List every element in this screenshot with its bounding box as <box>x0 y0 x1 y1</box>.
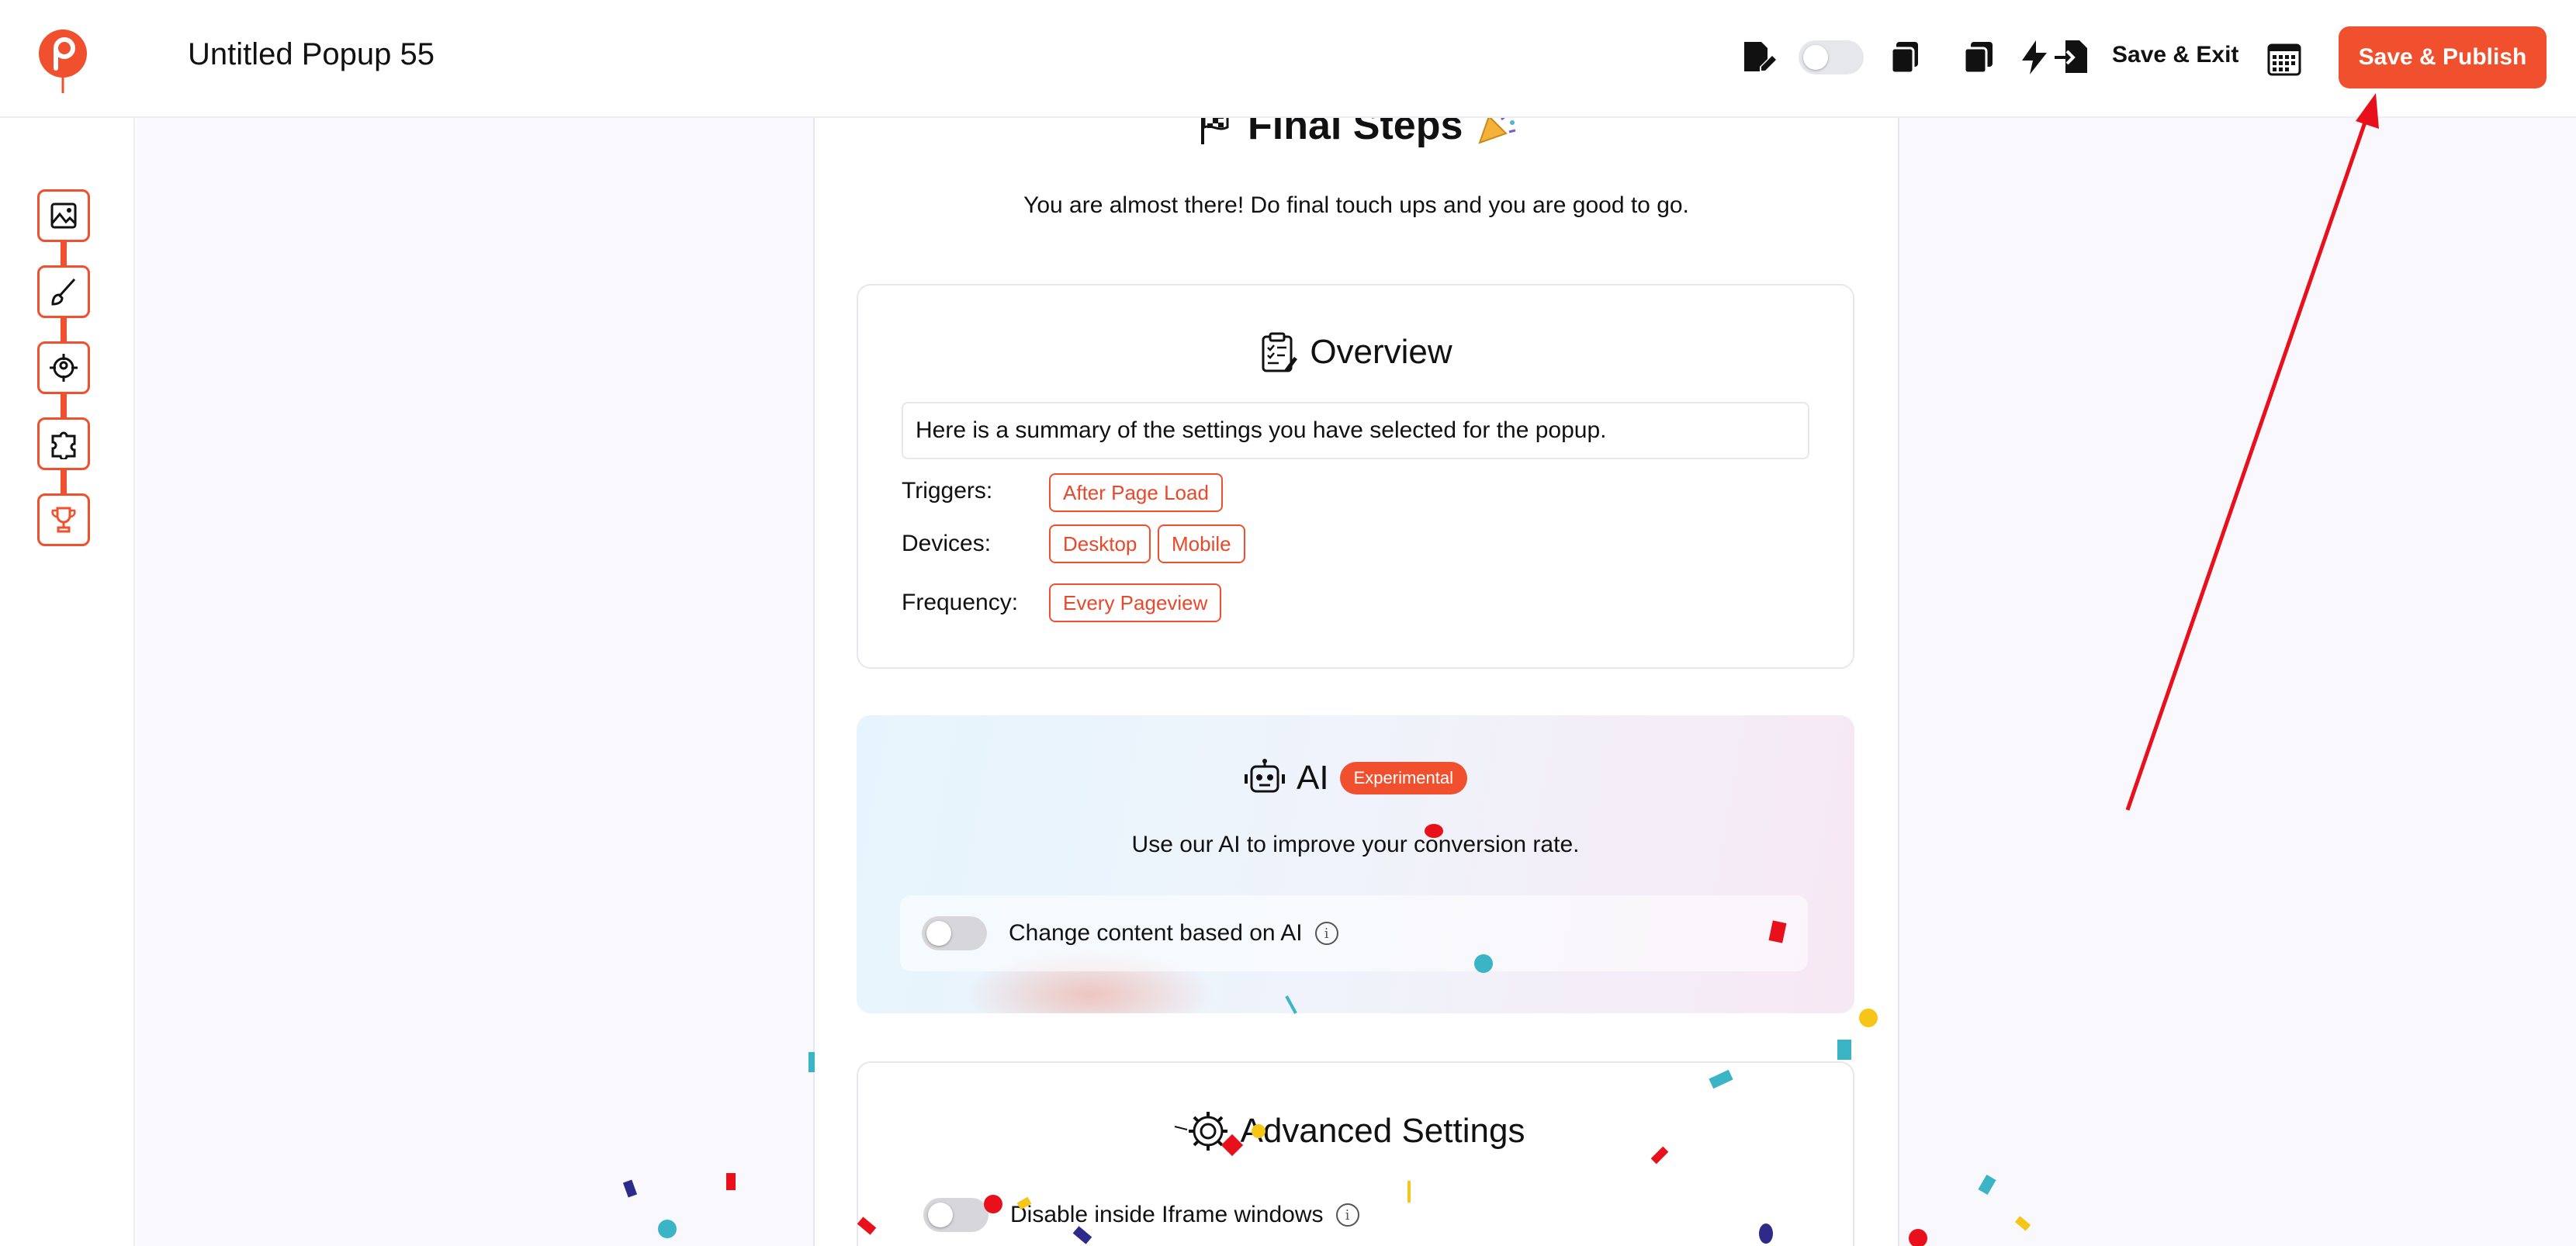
iframe-toggle-label: Disable inside Iframe windows <box>1010 1202 1324 1227</box>
sidebar-step-integrations[interactable] <box>37 417 90 470</box>
ai-description: Use our AI to improve your conversion ra… <box>1131 832 1580 857</box>
info-icon[interactable]: i <box>1335 1203 1359 1227</box>
popup-logo-icon[interactable] <box>37 28 88 95</box>
brush-icon <box>51 278 76 306</box>
puzzle-icon <box>51 431 76 459</box>
robot-icon <box>1245 759 1286 793</box>
duplicate-icon[interactable] <box>1958 37 1999 78</box>
ai-card: AI Experimental Use our AI to improve yo… <box>857 715 1854 1013</box>
popup-title[interactable]: Untitled Popup 55 <box>188 37 435 72</box>
save-publish-button[interactable]: Save & Publish <box>2339 26 2547 88</box>
ai-title-text: AI <box>1297 759 1329 797</box>
triggers-label: Triggers: <box>902 478 993 504</box>
advanced-settings-title-text: Advanced Settings <box>1240 1112 1525 1150</box>
preview-toggle[interactable] <box>1799 40 1864 74</box>
frequency-tag-every-pageview: Every Pageview <box>1049 583 1222 622</box>
page-subtext: You are almost there! Do final touch ups… <box>1023 192 1689 218</box>
overview-title: Overview <box>858 331 1853 374</box>
ai-toggle-label: Change content based on AI <box>1009 920 1303 946</box>
trigger-tag-after-page-load: After Page Load <box>1049 473 1223 512</box>
trophy-icon <box>51 507 76 533</box>
edit-note-icon[interactable] <box>1738 37 1778 78</box>
sidebar-step-design[interactable] <box>37 265 90 318</box>
devices-label: Devices: <box>902 531 992 556</box>
overview-summary: Here is a summary of the settings you ha… <box>902 402 1809 459</box>
info-icon[interactable]: i <box>1314 922 1338 945</box>
overview-card: Overview Here is a summary of the settin… <box>857 284 1854 669</box>
disable-iframe-toggle[interactable] <box>923 1198 989 1232</box>
iframe-toggle-row: Disable inside Iframe windows i <box>923 1198 1359 1232</box>
lightning-icon[interactable] <box>2014 37 2055 78</box>
save-exit-button[interactable]: Save & Exit <box>2112 42 2238 68</box>
overview-title-text: Overview <box>1310 333 1452 371</box>
device-tag-mobile: Mobile <box>1158 524 1245 563</box>
advanced-settings-card: Advanced Settings Disable inside Iframe … <box>857 1061 1854 1246</box>
clipboard-icon <box>1262 332 1298 372</box>
sidebar-step-targeting[interactable] <box>37 341 90 394</box>
top-bar: Untitled Popup 55 Save & Exit Save & Pub… <box>0 0 2576 118</box>
advanced-settings-title: Advanced Settings <box>858 1109 1853 1153</box>
copy-icon[interactable] <box>1885 37 1926 78</box>
target-icon <box>50 354 78 382</box>
ai-title: AI Experimental <box>857 759 1854 798</box>
ai-content-toggle[interactable] <box>922 916 987 950</box>
export-icon[interactable] <box>2051 37 2092 78</box>
sidebar-step-finish[interactable] <box>37 493 90 546</box>
settings-gear-icon <box>1188 1112 1227 1151</box>
device-tag-desktop: Desktop <box>1049 524 1151 563</box>
experimental-badge: Experimental <box>1339 762 1467 794</box>
sidebar-step-image[interactable] <box>37 189 90 242</box>
ai-toggle-row: Change content based on AI i <box>900 895 1808 971</box>
frequency-label: Frequency: <box>902 590 1019 615</box>
image-icon <box>50 202 77 229</box>
calendar-icon[interactable] <box>2264 39 2304 79</box>
